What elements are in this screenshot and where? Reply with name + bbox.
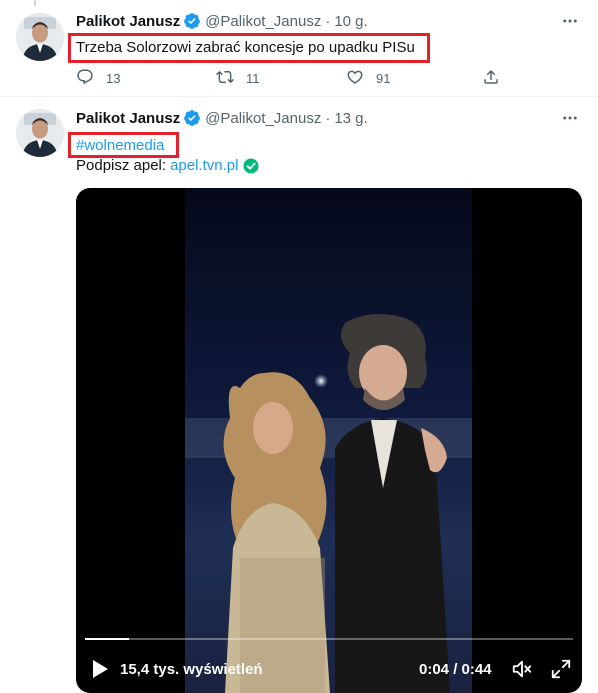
tweet-text: Trzeba Solorzowi zabrać koncesje po upad… [76,39,415,56]
retweet-button[interactable]: 11 [216,68,260,89]
petition-link[interactable]: apel.tvn.pl [170,157,238,174]
timestamp[interactable]: 13 g. [334,110,367,127]
play-icon[interactable] [90,658,110,685]
like-count: 91 [376,71,391,86]
tweet-2[interactable]: Palikot Janusz @Palikot_Janusz · 13 g. #… [0,97,598,693]
more-icon[interactable] [560,11,580,31]
fullscreen-icon[interactable] [550,658,572,685]
retweet-icon [216,68,234,89]
more-icon[interactable] [560,108,580,128]
reply-button[interactable]: 13 [76,68,120,89]
separator: · [325,109,331,127]
hashtag-link[interactable]: #wolnemedia [76,137,164,154]
video-player[interactable]: 15,4 tys. wyświetleń 0:04 / 0:44 [76,188,582,693]
video-duration: 0:04 / 0:44 [419,661,492,678]
reply-icon [76,68,94,89]
volume-icon[interactable] [511,658,533,685]
avatar[interactable] [16,13,64,61]
video-progress[interactable] [85,638,573,640]
check-circle-icon [243,158,259,174]
separator: · [325,12,331,30]
author-handle[interactable]: @Palikot_Janusz [205,110,321,127]
like-button[interactable]: 91 [346,68,390,89]
verified-badge-icon [183,12,201,30]
thread-line [34,0,36,6]
verified-badge-icon [183,109,201,127]
like-icon [346,68,364,89]
retweet-count: 11 [246,71,260,86]
tweet-1[interactable]: Palikot Janusz @Palikot_Janusz · 10 g. T… [0,0,598,97]
tweet-header: Palikot Janusz @Palikot_Janusz · 13 g. [76,108,368,128]
author-name[interactable]: Palikot Janusz [76,110,180,127]
petition-label: Podpisz apel: [76,157,167,174]
avatar[interactable] [16,109,64,157]
share-icon [482,68,500,89]
video-views: 15,4 tys. wyświetleń [120,661,263,678]
author-name[interactable]: Palikot Janusz [76,13,180,30]
reply-count: 13 [106,71,121,86]
tweet-actions: 13 11 91 [76,68,506,88]
video-progress-fill [85,638,129,640]
share-button[interactable] [482,68,500,89]
author-handle[interactable]: @Palikot_Janusz [205,13,321,30]
tweet-header: Palikot Janusz @Palikot_Janusz · 10 g. [76,11,368,31]
petition-line: Podpisz apel: apel.tvn.pl [76,157,259,174]
timestamp[interactable]: 10 g. [334,13,367,30]
video-frame [185,188,472,693]
